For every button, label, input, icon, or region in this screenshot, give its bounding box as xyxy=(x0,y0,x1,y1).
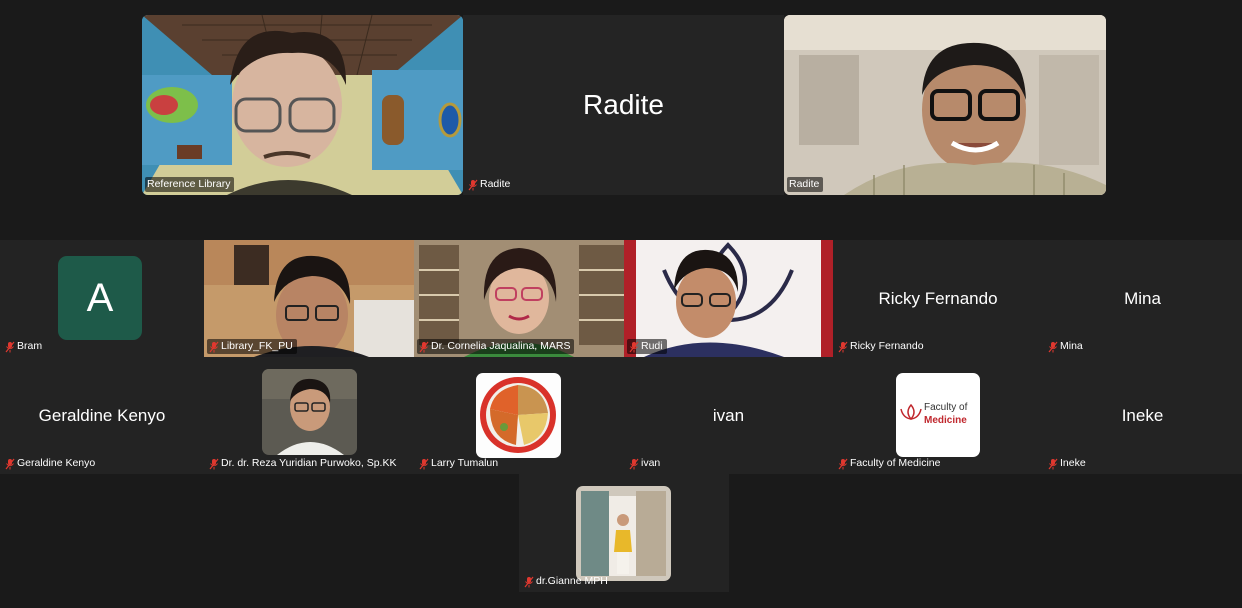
avatar: A xyxy=(58,256,142,340)
participant-label: Radite xyxy=(466,177,514,192)
muted-mic-icon xyxy=(468,179,478,190)
muted-mic-icon xyxy=(5,458,15,469)
muted-mic-icon xyxy=(524,576,534,587)
participant-label: Geraldine Kenyo xyxy=(3,456,99,471)
video-tile-geraldine[interactable]: Geraldine Kenyo Geraldine Kenyo xyxy=(0,357,204,474)
video-tile-reza[interactable]: Dr. dr. Reza Yuridian Purwoko, Sp.KK xyxy=(204,357,414,474)
muted-mic-icon xyxy=(1048,341,1058,352)
participant-name: Library_FK_PU xyxy=(221,340,293,352)
video-tile-library-fk-pu[interactable]: Library_FK_PU xyxy=(204,240,414,357)
video-tile-faculty[interactable]: Faculty of Medicine Faculty of Medicine xyxy=(833,357,1043,474)
participant-label: Reference Library xyxy=(145,177,235,192)
participant-name: Radite xyxy=(789,178,820,190)
participant-display-name: Mina xyxy=(1124,288,1161,308)
video-tile-larry[interactable]: Larry Tumalun xyxy=(414,357,624,474)
participant-name: Geraldine Kenyo xyxy=(17,457,96,469)
participant-name: Reference Library xyxy=(147,178,231,190)
video-tile-bram[interactable]: A Bram xyxy=(0,240,204,357)
participant-name: Mina xyxy=(1060,340,1083,352)
participant-label: Ineke xyxy=(1046,456,1090,471)
participant-label: Dr. Cornelia Jaqualina, MARS xyxy=(417,339,575,354)
video-tile-reference-library[interactable]: Reference Library xyxy=(142,15,463,195)
participant-label: Ricky Fernando xyxy=(836,339,928,354)
video-tile-ivan[interactable]: ivan ivan xyxy=(624,357,833,474)
muted-mic-icon xyxy=(5,341,15,352)
participant-name: Dr. dr. Reza Yuridian Purwoko, Sp.KK xyxy=(221,457,397,469)
participant-display-name: Ineke xyxy=(1121,405,1164,425)
video-tile-ineke[interactable]: Ineke Ineke xyxy=(1043,357,1242,474)
video-feed xyxy=(784,15,1106,195)
video-tile-cornelia[interactable]: Dr. Cornelia Jaqualina, MARS xyxy=(414,240,624,357)
video-tile-rudi[interactable]: Rudi xyxy=(624,240,833,357)
muted-mic-icon xyxy=(1048,458,1058,469)
video-tile-gianne[interactable]: dr.Gianne MPH xyxy=(519,474,729,592)
participant-name: Radite xyxy=(480,178,511,190)
participant-name: Bram xyxy=(17,340,43,352)
muted-mic-icon xyxy=(629,458,639,469)
video-feed xyxy=(142,15,463,195)
muted-mic-icon xyxy=(629,341,639,352)
muted-mic-icon xyxy=(209,458,219,469)
participant-display-name: Ricky Fernando xyxy=(878,288,998,308)
participant-display-name: Geraldine Kenyo xyxy=(38,405,166,425)
participant-label: Larry Tumalun xyxy=(417,456,502,471)
muted-mic-icon xyxy=(419,341,429,352)
participant-name: Ricky Fernando xyxy=(850,340,924,352)
participant-name: Larry Tumalun xyxy=(431,457,499,469)
logo-line-1: Faculty of xyxy=(924,402,968,413)
participant-name: ivan xyxy=(641,457,661,469)
participant-label: Bram xyxy=(3,339,46,354)
participant-name: Rudi xyxy=(641,340,663,352)
muted-mic-icon xyxy=(838,458,848,469)
participant-label: Library_FK_PU xyxy=(207,339,297,354)
participant-label: Radite xyxy=(787,177,824,192)
muted-mic-icon xyxy=(209,341,219,352)
profile-photo xyxy=(576,486,671,581)
participant-label: dr.Gianne MPH xyxy=(522,574,612,589)
participant-display-name: ivan xyxy=(712,405,745,425)
logo-line-2: Medicine xyxy=(924,415,967,426)
participant-label: Faculty of Medicine xyxy=(836,456,944,471)
participant-display-name: Radite xyxy=(583,89,664,120)
profile-photo xyxy=(476,373,561,458)
lotus-icon xyxy=(900,403,922,421)
muted-mic-icon xyxy=(838,341,848,352)
participant-name: Faculty of Medicine xyxy=(850,457,941,469)
participant-label: Dr. dr. Reza Yuridian Purwoko, Sp.KK xyxy=(207,456,400,471)
video-tile-ricky[interactable]: Ricky Fernando Ricky Fernando xyxy=(833,240,1043,357)
faculty-logo: Faculty of Medicine xyxy=(896,373,980,457)
participant-label: ivan xyxy=(627,456,664,471)
participant-name: dr.Gianne MPH xyxy=(536,575,608,587)
profile-photo xyxy=(262,369,357,455)
participant-label: Mina xyxy=(1046,339,1087,354)
video-tile-radite-video[interactable]: Radite xyxy=(784,15,1106,195)
muted-mic-icon xyxy=(419,458,429,469)
video-tile-mina[interactable]: Mina Mina xyxy=(1043,240,1242,357)
participant-name: Ineke xyxy=(1060,457,1086,469)
participant-name: Dr. Cornelia Jaqualina, MARS xyxy=(431,340,571,352)
video-tile-radite-name[interactable]: Radite Radite xyxy=(463,15,784,195)
participant-label: Rudi xyxy=(627,339,667,354)
